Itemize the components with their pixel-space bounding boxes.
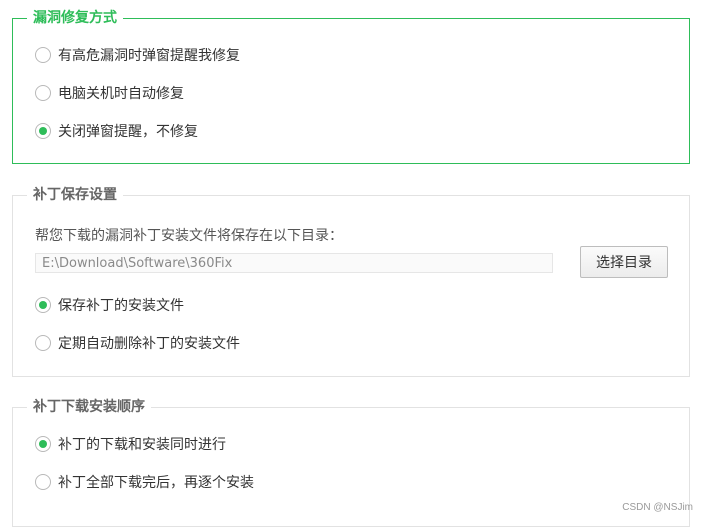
patch-save-group: 补丁保存设置 帮您下载的漏洞补丁安装文件将保存在以下目录： 选择目录 保存补丁的…	[12, 186, 690, 377]
option-label: 定期自动删除补丁的安装文件	[58, 336, 240, 352]
radio-unchecked-icon[interactable]	[35, 47, 51, 63]
option-label: 补丁全部下载完后，再逐个安装	[58, 475, 254, 491]
save-path-input[interactable]	[35, 253, 553, 273]
repair-option-auto-on-shutdown[interactable]: 电脑关机时自动修复	[35, 82, 184, 104]
radio-checked-icon[interactable]	[35, 436, 51, 452]
option-label: 保存补丁的安装文件	[58, 298, 184, 314]
option-label: 电脑关机时自动修复	[58, 86, 184, 102]
repair-mode-group: 漏洞修复方式 有高危漏洞时弹窗提醒我修复 电脑关机时自动修复 关闭弹窗提醒，不修…	[12, 9, 690, 164]
option-label: 有高危漏洞时弹窗提醒我修复	[58, 48, 240, 64]
radio-unchecked-icon[interactable]	[35, 474, 51, 490]
save-option-auto-delete[interactable]: 定期自动删除补丁的安装文件	[35, 332, 240, 354]
radio-checked-icon[interactable]	[35, 123, 51, 139]
patch-save-legend: 补丁保存设置	[27, 186, 123, 204]
option-label: 关闭弹窗提醒，不修复	[58, 124, 198, 140]
order-option-simultaneous[interactable]: 补丁的下载和安装同时进行	[35, 433, 226, 455]
repair-option-no-repair[interactable]: 关闭弹窗提醒，不修复	[35, 120, 198, 142]
install-order-legend: 补丁下载安装顺序	[27, 398, 151, 416]
option-label: 补丁的下载和安装同时进行	[58, 437, 226, 453]
install-order-group: 补丁下载安装顺序 补丁的下载和安装同时进行 补丁全部下载完后，再逐个安装	[12, 398, 690, 527]
radio-checked-icon[interactable]	[35, 297, 51, 313]
radio-unchecked-icon[interactable]	[35, 85, 51, 101]
save-option-keep-files[interactable]: 保存补丁的安装文件	[35, 294, 184, 316]
save-path-description: 帮您下载的漏洞补丁安装文件将保存在以下目录：	[35, 228, 343, 244]
order-option-download-then-install[interactable]: 补丁全部下载完后，再逐个安装	[35, 471, 254, 493]
repair-option-popup-alert[interactable]: 有高危漏洞时弹窗提醒我修复	[35, 44, 240, 66]
repair-mode-legend: 漏洞修复方式	[27, 9, 123, 27]
watermark-text: CSDN @NSJim	[622, 502, 693, 513]
choose-directory-button[interactable]: 选择目录	[580, 246, 668, 278]
radio-unchecked-icon[interactable]	[35, 335, 51, 351]
